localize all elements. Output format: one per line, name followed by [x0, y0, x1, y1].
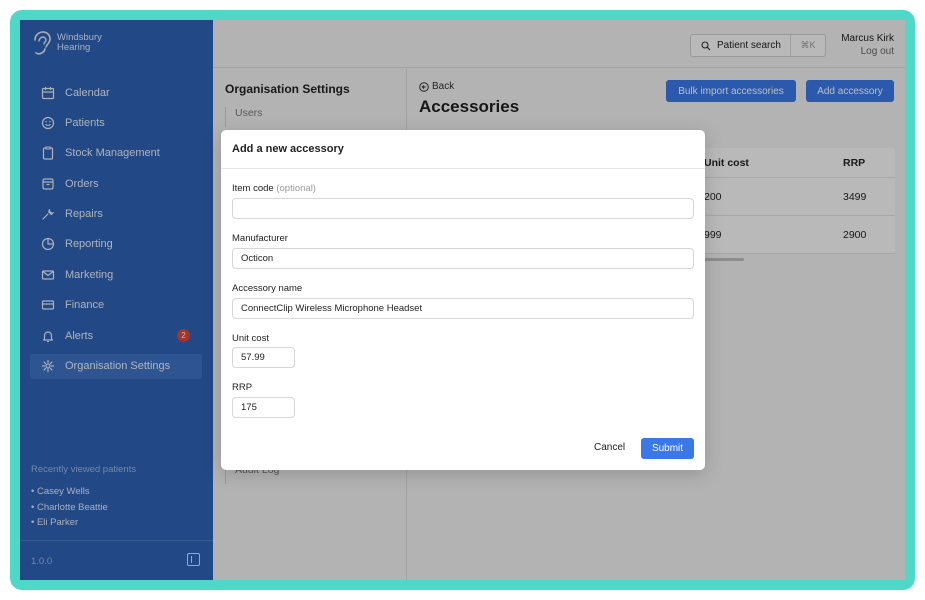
- optional-hint: (optional): [276, 183, 316, 194]
- item-code-label: Item code (optional): [232, 183, 316, 194]
- submit-button[interactable]: Submit: [641, 438, 694, 459]
- modal-title: Add a new accessory: [232, 143, 344, 155]
- item-code-label-text: Item code: [232, 183, 274, 194]
- rrp-input[interactable]: 175: [232, 397, 295, 418]
- app-window: Windsbury Hearing Calendar Patients Stoc…: [20, 20, 905, 580]
- add-accessory-modal: Add a new accessory Item code (optional)…: [221, 130, 705, 470]
- unit-cost-input[interactable]: 57.99: [232, 347, 295, 368]
- manufacturer-label: Manufacturer: [232, 233, 288, 244]
- accessory-name-label: Accessory name: [232, 283, 303, 294]
- accessory-name-input[interactable]: ConnectClip Wireless Microphone Headset: [232, 298, 694, 319]
- rrp-label: RRP: [232, 382, 253, 393]
- item-code-input[interactable]: [232, 198, 694, 219]
- manufacturer-input[interactable]: Octicon: [232, 248, 694, 269]
- unit-cost-label: Unit cost: [232, 333, 269, 344]
- cancel-button[interactable]: Cancel: [594, 442, 625, 453]
- modal-header: Add a new accessory: [221, 130, 705, 169]
